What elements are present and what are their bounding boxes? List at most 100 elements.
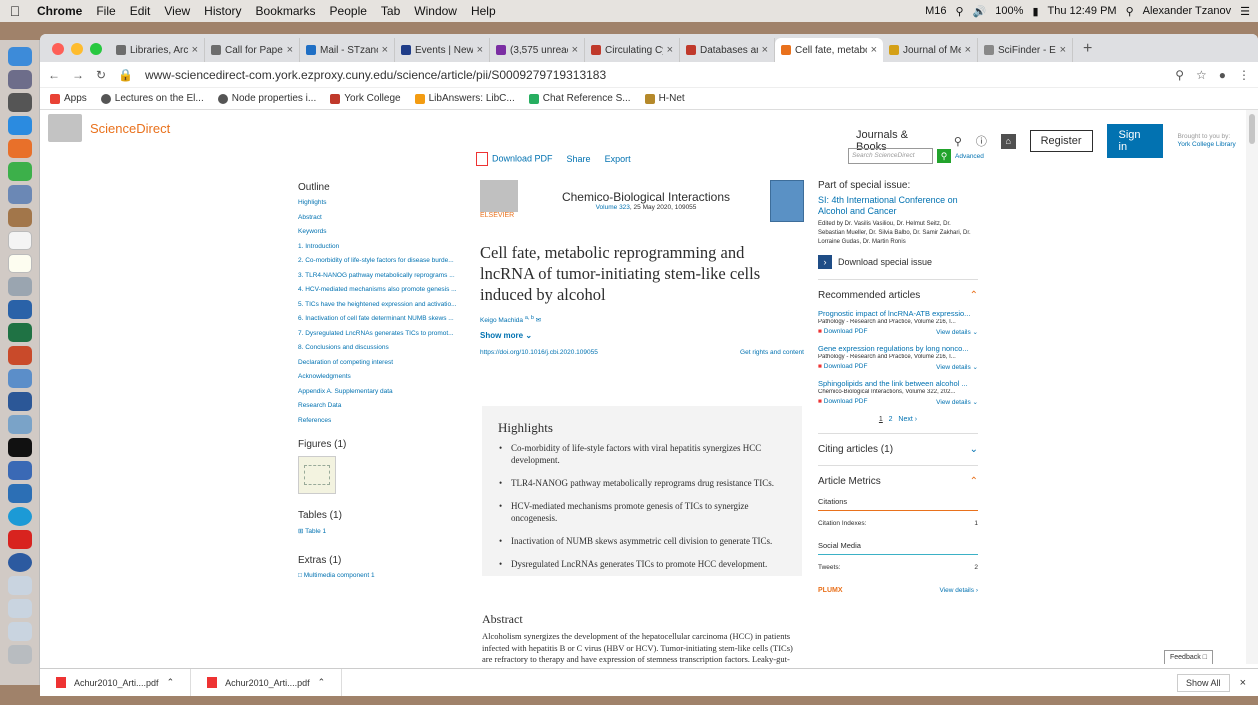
outline-item[interactable]: 7. Dysregulated LncRNAs generates TICs t…: [298, 330, 458, 345]
metrics-header[interactable]: Article Metrics ⌃: [818, 476, 978, 487]
excel-icon[interactable]: [7, 323, 32, 342]
rights-link[interactable]: Get rights and content: [740, 349, 804, 356]
help-icon[interactable]: ⓘ: [976, 133, 987, 149]
close-tab-icon[interactable]: ×: [667, 44, 673, 56]
system-preferences-icon[interactable]: [7, 277, 32, 296]
recommended-header[interactable]: Recommended articles ⌃: [818, 290, 978, 301]
finder-people-icon[interactable]: [7, 369, 32, 388]
opera-icon[interactable]: [7, 507, 32, 526]
menu-app-name[interactable]: Chrome: [30, 4, 89, 18]
recommended-view-details[interactable]: View details ⌄: [936, 398, 978, 406]
download-item-1[interactable]: Achur2010_Arti....pdf ⌃: [40, 669, 192, 696]
outline-item[interactable]: Declaration of competing interest: [298, 359, 458, 374]
recommended-title[interactable]: Sphingolipids and the link between alcoh…: [818, 379, 978, 388]
zoom-icon[interactable]: ⚲: [1175, 68, 1184, 82]
menu-dots-icon[interactable]: ⋮: [1238, 68, 1250, 82]
browser-tab[interactable]: Cell fate, metaboli ×: [775, 38, 883, 62]
bookmark-star-icon[interactable]: ☆: [1196, 68, 1207, 82]
document2-icon[interactable]: [7, 599, 32, 618]
recommended-download-pdf[interactable]: ■ Download PDF: [818, 328, 867, 336]
recommended-download-pdf[interactable]: ■ Download PDF: [818, 363, 867, 371]
bookmark-h-net[interactable]: H-Net: [644, 93, 685, 104]
close-tab-icon[interactable]: ×: [1060, 44, 1066, 56]
citing-articles-header[interactable]: Citing articles (1) ⌄: [818, 444, 978, 455]
new-tab-icon[interactable]: +: [1073, 40, 1102, 62]
maximize-window-icon[interactable]: [90, 43, 102, 55]
photos-icon[interactable]: [7, 415, 32, 434]
recommended-title[interactable]: Prognostic impact of lncRNA-ATB expressi…: [818, 309, 978, 318]
spotlight-icon[interactable]: ⚲: [1126, 5, 1134, 18]
sign-in-button[interactable]: Sign in: [1106, 124, 1164, 158]
close-tab-icon[interactable]: ×: [287, 44, 293, 56]
close-downloads-icon[interactable]: ×: [1240, 677, 1246, 689]
rocket-icon[interactable]: [7, 93, 32, 112]
multimedia-link[interactable]: □ Multimedia component 1: [298, 572, 458, 579]
finder-icon[interactable]: [7, 47, 32, 66]
bookmark-lectures[interactable]: Lectures on the El...: [100, 93, 204, 104]
menu-tab[interactable]: Tab: [374, 4, 407, 18]
email-icon[interactable]: ✉: [536, 317, 541, 324]
download-item-2[interactable]: Achur2010_Arti....pdf ⌃: [191, 669, 343, 696]
chevron-up-icon[interactable]: ⌃: [318, 677, 326, 688]
outline-item[interactable]: 5. TICs have the heightened expression a…: [298, 301, 458, 316]
figure-thumbnail[interactable]: [298, 456, 336, 494]
close-tab-icon[interactable]: ×: [871, 44, 877, 56]
close-tab-icon[interactable]: ×: [382, 44, 388, 56]
bookmark-node-properties[interactable]: Node properties i...: [217, 93, 316, 104]
volume-icon[interactable]: 🔊: [973, 5, 987, 18]
close-tab-icon[interactable]: ×: [477, 44, 483, 56]
bookmark-chat-reference[interactable]: Chat Reference S...: [528, 93, 631, 104]
document3-icon[interactable]: [7, 622, 32, 641]
share-button[interactable]: Share: [567, 154, 591, 164]
menu-edit[interactable]: Edit: [123, 4, 158, 18]
recommended-view-details[interactable]: View details ⌄: [936, 328, 978, 336]
bookmark-apps[interactable]: Apps: [50, 93, 87, 104]
acrobat-icon[interactable]: [7, 530, 32, 549]
menu-view[interactable]: View: [157, 4, 197, 18]
page-1[interactable]: 1: [879, 416, 883, 423]
special-issue-title[interactable]: SI: 4th International Conference on Alco…: [818, 195, 978, 217]
plumx-details-link[interactable]: View details ›: [939, 587, 978, 594]
show-all-button[interactable]: Show All: [1177, 673, 1230, 692]
browser-tab[interactable]: Libraries, Archive ×: [110, 38, 205, 62]
outline-item[interactable]: Abstract: [298, 214, 458, 229]
browser-tab[interactable]: Circulating Cytoki ×: [585, 38, 680, 62]
bookmark-york-college[interactable]: York College: [330, 93, 401, 104]
outline-item[interactable]: 4. HCV-mediated mechanisms also promote …: [298, 286, 458, 301]
browser-tab[interactable]: SciFinder - Explor ×: [978, 38, 1073, 62]
menu-help[interactable]: Help: [464, 4, 503, 18]
wifi-icon[interactable]: ⚲: [956, 5, 964, 18]
calendar-icon[interactable]: [7, 231, 32, 250]
bookmark-libanswers[interactable]: LibAnswers: LibC...: [414, 93, 515, 104]
close-tab-icon[interactable]: ×: [762, 44, 768, 56]
outline-item[interactable]: Highlights: [298, 199, 458, 214]
back-icon[interactable]: ←: [48, 68, 60, 82]
download-pdf-button[interactable]: Download PDF: [476, 152, 553, 166]
outline-item[interactable]: Appendix A. Supplementary data: [298, 388, 458, 403]
outline-item[interactable]: 3. TLR4-NANOG pathway metabolically repr…: [298, 272, 458, 287]
outline-item[interactable]: 1. Introduction: [298, 243, 458, 258]
menu-history[interactable]: History: [197, 4, 248, 18]
safari-icon[interactable]: [7, 116, 32, 135]
advanced-search-link[interactable]: Advanced: [955, 153, 984, 160]
notes-icon[interactable]: [7, 254, 32, 273]
register-button[interactable]: Register: [1029, 130, 1093, 152]
journal-name[interactable]: Chemico-Biological Interactions: [522, 190, 770, 204]
doi-link[interactable]: https://doi.org/10.1016/j.cbi.2020.10905…: [480, 349, 598, 356]
sciencedirect-logo[interactable]: ScienceDirect: [48, 114, 170, 142]
close-tab-icon[interactable]: ×: [572, 44, 578, 56]
outline-item[interactable]: 8. Conclusions and discussions: [298, 344, 458, 359]
recommended-view-details[interactable]: View details ⌄: [936, 363, 978, 371]
close-tab-icon[interactable]: ×: [192, 44, 198, 56]
powerpoint-icon[interactable]: [7, 346, 32, 365]
browser-tab[interactable]: Mail - STzanova@ ×: [300, 38, 395, 62]
export-button[interactable]: Export: [605, 154, 631, 164]
close-window-icon[interactable]: [52, 43, 64, 55]
next-page-link[interactable]: Next ›: [898, 416, 917, 423]
firefox-icon[interactable]: [7, 139, 32, 158]
app-circle-icon[interactable]: [7, 553, 32, 572]
app-window-icon[interactable]: [7, 484, 32, 503]
reload-icon[interactable]: ↻: [96, 68, 106, 82]
preview-icon[interactable]: [7, 185, 32, 204]
outline-item[interactable]: Research Data: [298, 402, 458, 417]
